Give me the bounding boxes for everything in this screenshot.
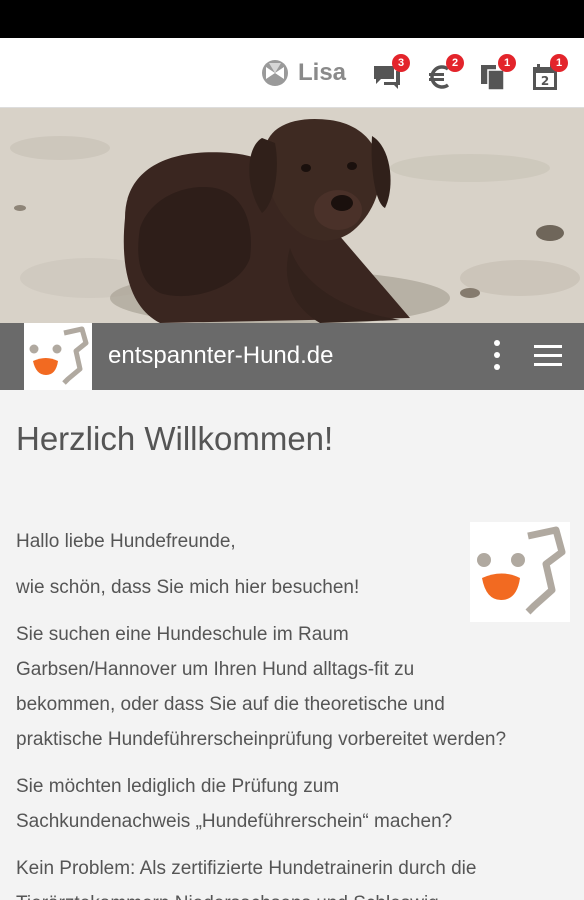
paragraph-line: Sie möchten lediglich die Prüfung zum [16, 776, 340, 797]
brand-bar: entspannter-Hund.de [0, 323, 584, 390]
user-profile[interactable]: Lisa [260, 56, 346, 90]
overflow-menu-button[interactable] [484, 340, 510, 372]
account-logo-icon [262, 60, 288, 86]
dog-on-sand-photo [0, 108, 584, 323]
calendar-button[interactable]: 2 1 [530, 54, 568, 92]
menu-line-icon [534, 354, 562, 357]
user-name: Lisa [298, 59, 347, 86]
brand-logo[interactable] [24, 323, 92, 390]
status-bar [0, 0, 584, 38]
paragraph-line: Hallo liebe Hundefreunde, [16, 531, 236, 552]
paragraph-line: Kein Problem: Als zertifizierte Hundetra… [16, 858, 477, 879]
paragraph-line: Sie suchen eine Hundeschule im Raum [16, 624, 349, 645]
paragraph-line: wie schön, dass Sie mich hier besuchen! [16, 577, 360, 598]
site-title[interactable]: entspannter-Hund.de [108, 342, 334, 370]
hero-image [0, 108, 584, 323]
more-dot-icon [494, 340, 500, 346]
payments-button[interactable]: 2 [426, 54, 464, 92]
documents-button[interactable]: 1 [478, 54, 516, 92]
paragraph-line: Sachkundenachweis „Hundeführerschein“ ma… [16, 811, 453, 832]
svg-text:2: 2 [541, 74, 549, 88]
calendar-badge: 1 [550, 54, 568, 72]
menu-line-icon [534, 363, 562, 366]
page-title: Herzlich Willkommen! [16, 420, 334, 457]
documents-badge: 1 [498, 54, 516, 72]
paragraph-line: Garbsen/Hannover um Ihren Hund alltags-f… [16, 659, 415, 680]
top-toolbar: Lisa 3 2 1 2 1 [0, 38, 584, 108]
payments-badge: 2 [446, 54, 464, 72]
dog-face-logo-icon [477, 526, 566, 615]
main-content: Herzlich Willkommen! Hallo liebe Hundefr… [0, 390, 584, 900]
paragraph-line: Tierärztekammern Niedersachsens und Schl… [16, 886, 445, 900]
paragraph-line: praktische Hundeführerscheinprüfung vorb… [16, 729, 507, 750]
messages-button[interactable]: 3 [372, 54, 410, 92]
menu-line-icon [534, 345, 562, 348]
hamburger-menu-button[interactable] [532, 342, 564, 370]
paragraph-line: bekommen, oder dass Sie auf die theoreti… [16, 694, 445, 715]
more-dot-icon [494, 352, 500, 358]
messages-badge: 3 [392, 54, 410, 72]
dog-face-logo-icon [29, 326, 89, 385]
content-logo [470, 522, 570, 622]
more-dot-icon [494, 364, 500, 370]
